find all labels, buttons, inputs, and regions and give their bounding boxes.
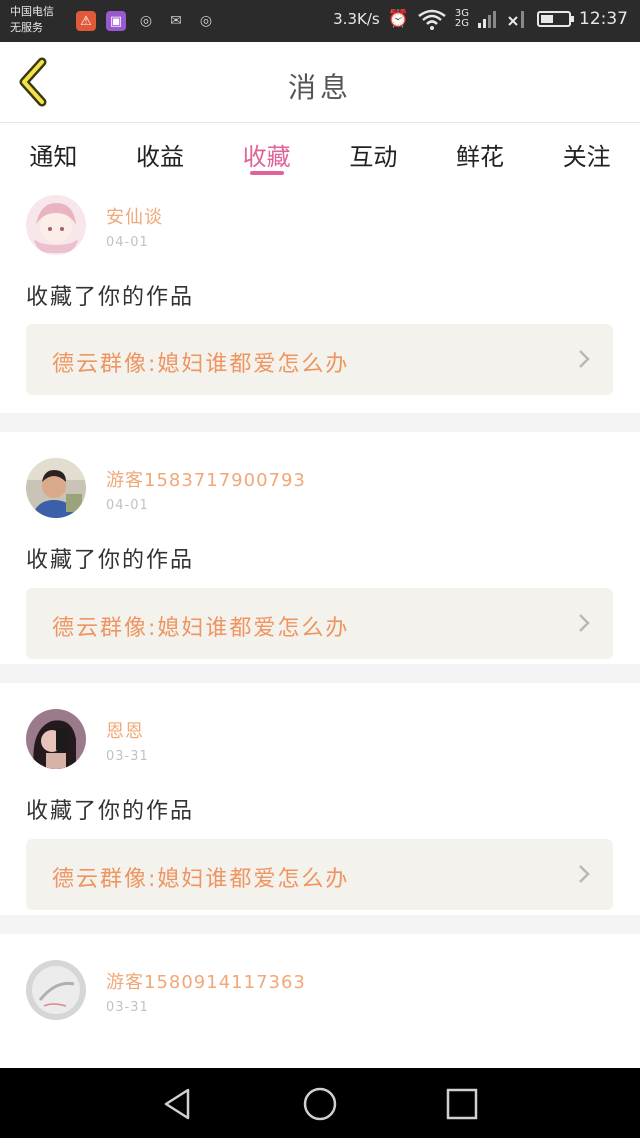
avatar[interactable]	[26, 960, 86, 1020]
list-item: 恩恩 03-31 收藏了你的作品 德云群像:媳妇谁都爱怎么办	[0, 683, 640, 915]
list-item: 安仙谈 04-01 收藏了你的作品 德云群像:媳妇谁都爱怎么办	[0, 181, 640, 413]
status-bar: 中国电信 无服务 ⚠ ▣ ◎ ✉ ◎ 3.3K/s ⏰ 3G 2G 12:37	[0, 0, 640, 42]
recents-square-icon[interactable]	[444, 1086, 480, 1122]
gallery-icon: ▣	[106, 11, 126, 31]
weibo-icon: ◎	[139, 13, 153, 29]
alarm-icon: ⏰	[387, 9, 409, 29]
work-title: 德云群像:媳妇谁都爱怎么办	[52, 867, 350, 892]
network-type: 3G 2G	[455, 9, 469, 29]
message-feed: 安仙谈 04-01 收藏了你的作品 德云群像:媳妇谁都爱怎么办 游客158371…	[0, 181, 640, 1044]
action-text: 收藏了你的作品	[26, 799, 195, 824]
chevron-right-icon	[579, 865, 590, 883]
tab-follows[interactable]: 关注	[533, 123, 640, 181]
weibo-icon-2: ◎	[199, 13, 213, 29]
chevron-right-icon	[579, 350, 590, 368]
status-right: 3.3K/s ⏰ 3G 2G 12:37	[333, 8, 628, 30]
wifi-icon	[418, 9, 446, 30]
avatar[interactable]	[26, 458, 86, 518]
action-text: 收藏了你的作品	[26, 285, 195, 310]
divider	[0, 413, 640, 432]
username[interactable]: 游客15837179007​93	[106, 466, 306, 492]
home-circle-icon[interactable]	[302, 1086, 338, 1122]
avatar-image	[26, 458, 86, 518]
carrier-name: 中国电信	[10, 5, 54, 18]
action-text: 收藏了你的作品	[26, 548, 195, 573]
timestamp: 03-31	[106, 1000, 149, 1015]
page-title: 消息	[287, 71, 352, 104]
divider	[0, 915, 640, 934]
tab-notifications[interactable]: 通知	[0, 123, 107, 181]
timestamp: 04-01	[106, 498, 149, 513]
battery-icon	[537, 11, 574, 27]
avatar-image	[26, 960, 86, 1020]
timestamp: 03-31	[106, 749, 149, 764]
list-item: 游客15837179007​93 04-01 收藏了你的作品 德云群像:媳妇谁都…	[0, 432, 640, 664]
warning-icon: ⚠	[76, 11, 96, 31]
chevron-right-icon	[579, 614, 590, 632]
tab-earnings[interactable]: 收益	[107, 123, 214, 181]
avatar-image	[26, 709, 86, 769]
service-status: 无服务	[10, 21, 43, 34]
username[interactable]: 安仙谈	[106, 203, 163, 229]
work-title: 德云群像:媳妇谁都爱怎么办	[52, 352, 350, 377]
avatar[interactable]	[26, 709, 86, 769]
tab-flowers[interactable]: 鲜花	[427, 123, 534, 181]
tab-bar: 通知 收益 收藏 互动 鲜花 关注	[0, 123, 640, 181]
work-title: 德云群像:媳妇谁都爱怎么办	[52, 616, 350, 641]
work-link[interactable]: 德云群像:媳妇谁都爱怎么办	[26, 324, 613, 395]
timestamp: 04-01	[106, 235, 149, 250]
work-link[interactable]: 德云群像:媳妇谁都爱怎么办	[26, 588, 613, 659]
back-triangle-icon[interactable]	[160, 1086, 196, 1122]
list-item: 游客15809141173​63 03-31	[0, 934, 640, 1044]
network-speed: 3.3K/s	[333, 10, 380, 28]
carrier-info: 中国电信 无服务	[10, 4, 54, 36]
no-signal-icon	[508, 11, 524, 28]
avatar[interactable]	[26, 195, 86, 255]
system-nav-bar	[0, 1068, 640, 1138]
app-header: 消息	[0, 42, 640, 123]
signal-icon	[478, 11, 496, 28]
tab-interactions[interactable]: 互动	[320, 123, 427, 181]
divider	[0, 664, 640, 683]
avatar-image	[26, 195, 86, 255]
notification-icons: ⚠ ▣ ◎ ✉ ◎	[76, 11, 216, 31]
mail-icon: ✉	[170, 13, 182, 29]
username[interactable]: 恩恩	[106, 717, 144, 743]
clock: 12:37	[579, 9, 628, 29]
username[interactable]: 游客15809141173​63	[106, 968, 306, 994]
work-link[interactable]: 德云群像:媳妇谁都爱怎么办	[26, 839, 613, 910]
tab-favorites[interactable]: 收藏	[213, 123, 320, 181]
network-type-bottom: 2G	[454, 18, 469, 29]
